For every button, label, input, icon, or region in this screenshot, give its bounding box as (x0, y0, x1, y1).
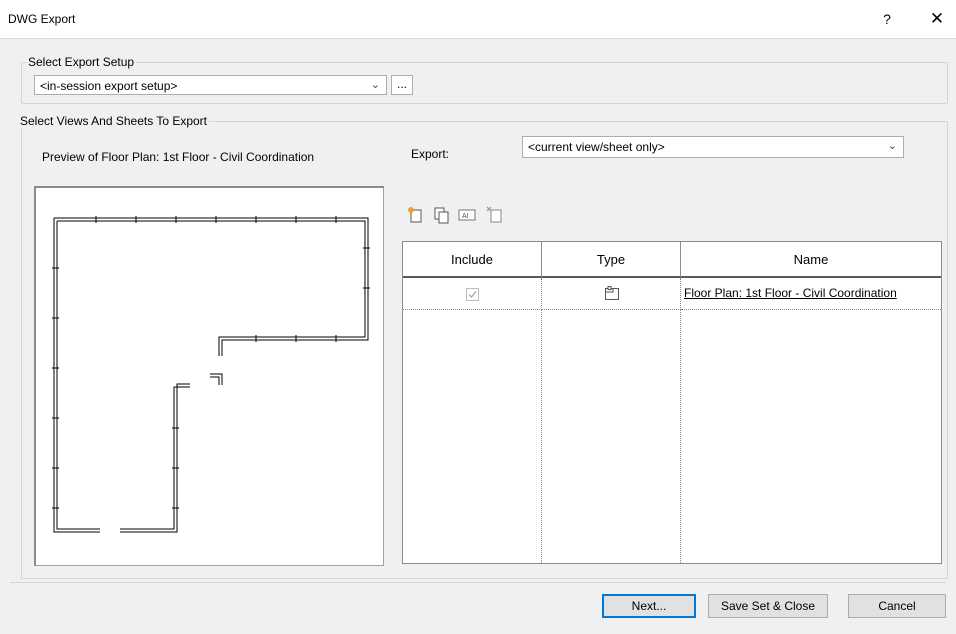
type-cell (542, 278, 681, 310)
column-header-type[interactable]: Type (542, 242, 681, 278)
view-name-link[interactable]: Floor Plan: 1st Floor - Civil Coordinati… (684, 286, 897, 300)
svg-text:AI: AI (462, 213, 469, 220)
next-button[interactable]: Next... (602, 594, 696, 618)
export-setup-dropdown[interactable]: <in-session export setup> ⌄ (34, 75, 387, 95)
floor-plan-drawing (52, 216, 370, 533)
views-table: Include Type Name Floor Plan: 1st Floor … (402, 241, 942, 564)
view-type-icon (605, 286, 619, 300)
export-scope-dropdown[interactable]: <current view/sheet only> ⌄ (522, 136, 904, 158)
export-setup-label: Select Export Setup (26, 55, 137, 69)
export-scope-value: <current view/sheet only> (528, 140, 665, 154)
column-header-include[interactable]: Include (403, 242, 542, 278)
include-checkbox[interactable] (466, 288, 479, 301)
footer-divider (10, 582, 946, 583)
export-setup-value: <in-session export setup> (40, 79, 178, 93)
duplicate-set-icon[interactable] (432, 206, 450, 224)
export-label: Export: (411, 147, 450, 161)
close-button[interactable]: ✕ (926, 8, 948, 30)
more-setup-button[interactable]: ... (391, 75, 413, 95)
cancel-button[interactable]: Cancel (848, 594, 946, 618)
views-group-label: Select Views And Sheets To Export (18, 114, 210, 128)
include-cell (403, 278, 542, 310)
floor-plan-preview (34, 186, 384, 566)
window-title: DWG Export (8, 12, 76, 26)
rename-set-icon[interactable]: AI (458, 206, 476, 224)
chevron-down-icon: ⌄ (887, 140, 897, 152)
chevron-down-icon: ⌄ (370, 79, 380, 91)
name-cell: Floor Plan: 1st Floor - Civil Coordinati… (681, 278, 941, 310)
delete-set-icon[interactable] (486, 206, 504, 224)
new-set-icon[interactable] (406, 206, 424, 224)
column-divider (541, 310, 542, 563)
save-set-close-button[interactable]: Save Set & Close (708, 594, 828, 618)
preview-label: Preview of Floor Plan: 1st Floor - Civil… (42, 150, 315, 164)
column-divider (680, 310, 681, 563)
column-header-name[interactable]: Name (681, 242, 941, 278)
title-bar: DWG Export ? ✕ (0, 0, 956, 39)
help-button[interactable]: ? (876, 8, 898, 30)
